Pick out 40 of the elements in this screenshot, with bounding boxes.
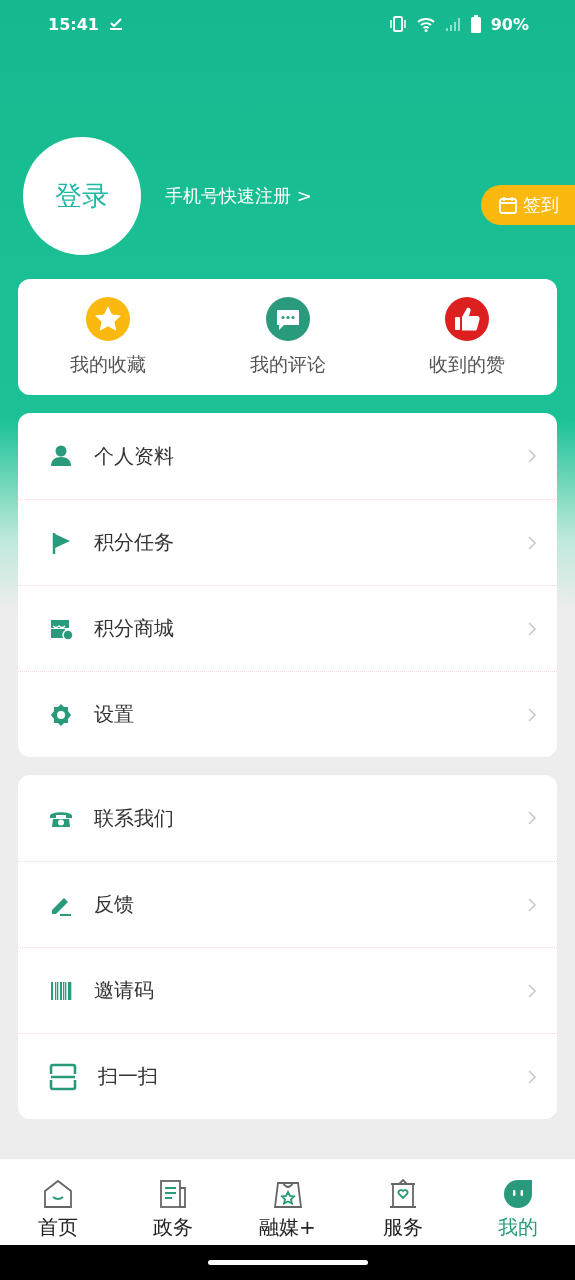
chevron-right-icon xyxy=(527,982,537,999)
face-icon xyxy=(501,1178,534,1210)
house-icon xyxy=(41,1178,74,1210)
tab[interactable]: 服务 xyxy=(345,1159,460,1245)
home-handle[interactable] xyxy=(207,1260,368,1265)
quick-action[interactable]: 我的收藏 xyxy=(18,296,198,378)
chevron-right-icon xyxy=(527,1068,537,1085)
tab[interactable]: 我的 xyxy=(460,1159,575,1245)
battery-icon xyxy=(470,15,481,33)
chevron-right-icon xyxy=(527,620,537,637)
menu-item[interactable]: 个人资料 xyxy=(18,413,557,499)
tab[interactable]: 政务 xyxy=(115,1159,230,1245)
chevron-right-icon xyxy=(527,896,537,913)
chevron-right-icon xyxy=(527,534,537,551)
menu-item[interactable]: 邀请码 xyxy=(18,947,557,1033)
thumbs-up-icon xyxy=(444,296,491,342)
vibrate-icon xyxy=(388,16,407,32)
download-done-icon xyxy=(108,17,123,31)
scan-icon xyxy=(48,1061,78,1092)
menu-item[interactable]: 设置 xyxy=(18,671,557,757)
chevron-right-icon xyxy=(527,448,537,464)
menu-item[interactable]: 反馈 xyxy=(18,861,557,947)
person-icon xyxy=(48,443,74,469)
chevron-right-icon xyxy=(527,810,537,826)
chevron-right-icon xyxy=(527,706,537,723)
calendar-icon xyxy=(499,196,517,214)
menu-item[interactable]: 积分商城 xyxy=(18,585,557,671)
menu-item[interactable]: 扫一扫 xyxy=(18,1033,557,1119)
battery-percent: 90% xyxy=(490,14,529,34)
settings-icon xyxy=(48,701,74,728)
tab[interactable]: 融媒+ xyxy=(230,1159,345,1245)
status-time: 15:41 xyxy=(48,14,99,34)
quick-action[interactable]: 收到的赞 xyxy=(377,296,557,378)
menu-item[interactable]: 积分任务 xyxy=(18,499,557,585)
quick-action[interactable]: 我的评论 xyxy=(197,296,378,378)
tab[interactable]: 首页 xyxy=(0,1159,115,1245)
comment-icon xyxy=(264,296,311,342)
wifi-icon xyxy=(416,16,435,32)
signal-icon xyxy=(444,16,461,32)
menu-item[interactable]: 联系我们 xyxy=(18,775,557,861)
